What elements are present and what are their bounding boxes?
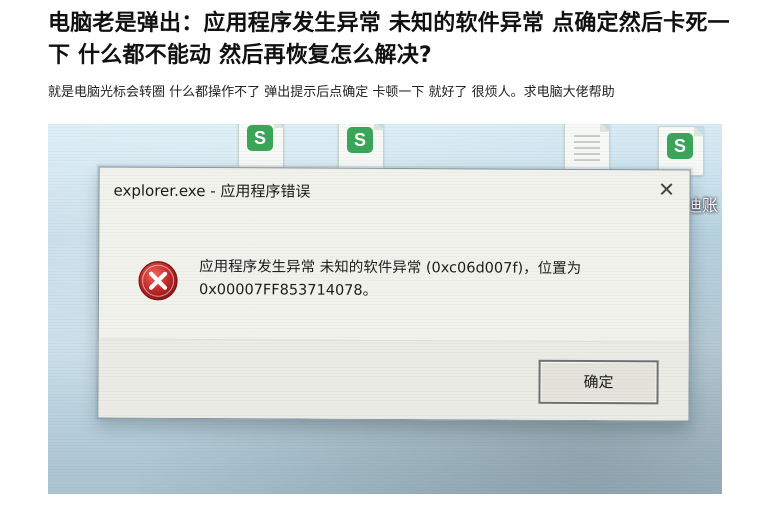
spreadsheet-badge: S xyxy=(347,127,373,153)
spreadsheet-file-icon[interactable]: S xyxy=(238,124,284,168)
spreadsheet-badge: S xyxy=(667,133,693,159)
error-dialog: explorer.exe - 应用程序错误 ✕ 应用程序发生异常 未知的软件异常… xyxy=(97,166,691,422)
post-body: 就是电脑光标会转圈 什么都操作不了 弹出提示后点确定 卡顿一下 就好了 很烦人。… xyxy=(48,85,615,100)
error-message-line1: 应用程序发生异常 未知的软件异常 (0xc06d007f)，位置为 xyxy=(199,258,582,277)
spreadsheet-badge: S xyxy=(247,125,273,151)
desktop-icon-label: 迪账 xyxy=(686,196,719,215)
ok-button[interactable]: 确定 xyxy=(538,359,659,405)
dialog-title: explorer.exe - 应用程序错误 xyxy=(113,181,311,201)
error-message-line2: 0x00007FF853714078。 xyxy=(198,281,378,299)
document-lines xyxy=(574,135,600,161)
document-file-icon[interactable] xyxy=(564,124,610,172)
spreadsheet-file-icon[interactable]: S xyxy=(338,124,384,170)
close-icon[interactable]: ✕ xyxy=(653,176,679,202)
screenshot-photo: S S S 迪账 explorer.exe - 应用程序错误 ✕ 应用程序发生异… xyxy=(48,124,722,494)
error-message: 应用程序发生异常 未知的软件异常 (0xc06d007f)，位置为 0x0000… xyxy=(199,256,669,304)
error-icon xyxy=(138,261,178,301)
post-title: 电脑老是弹出：应用程序发生异常 未知的软件异常 点确定然后卡死一下 什么都不能动… xyxy=(48,11,730,68)
dialog-button-bar: 确定 xyxy=(98,338,689,421)
